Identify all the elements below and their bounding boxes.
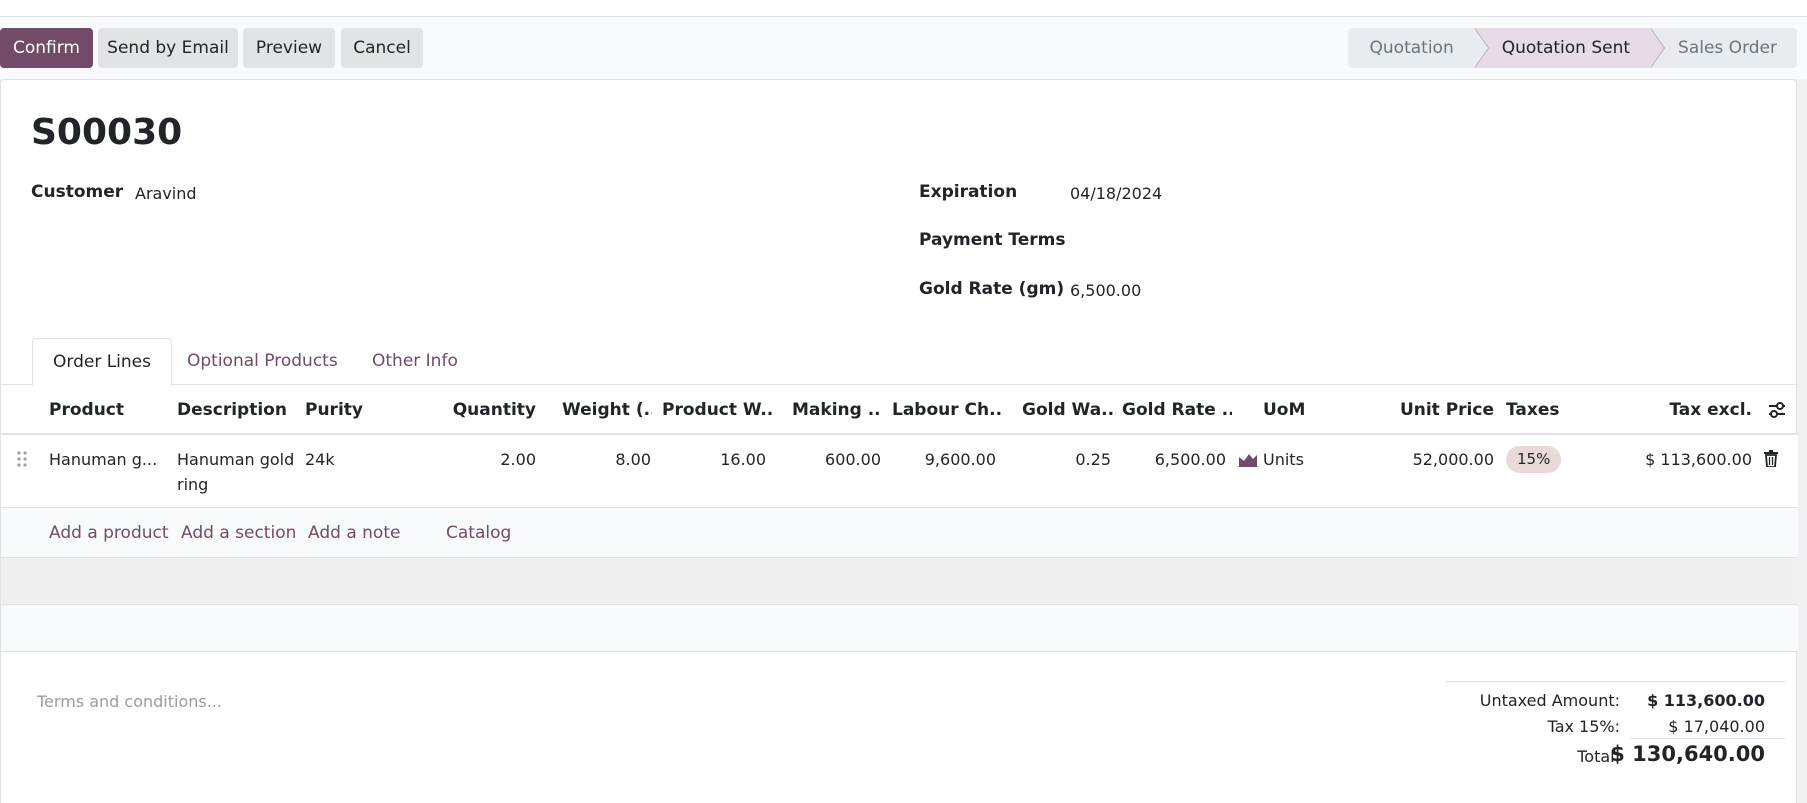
cell-purity[interactable]: 24k — [305, 447, 405, 472]
total-value: $ 130,640.00 — [1610, 742, 1765, 766]
cell-product-weight[interactable]: 16.00 — [662, 447, 766, 472]
col-product[interactable]: Product — [49, 385, 167, 435]
cell-gold-rate[interactable]: 6,500.00 — [1121, 447, 1226, 472]
tax-badge[interactable]: 15% — [1506, 446, 1562, 473]
cell-gold-wastage[interactable]: 0.25 — [1006, 447, 1111, 472]
customer-label: Customer — [31, 182, 124, 202]
tax-value: $ 17,040.00 — [1668, 717, 1765, 736]
order-lines-header: Product Description Purity Quantity Weig… — [1, 385, 1798, 435]
stage-quotation-sent[interactable]: Quotation Sent — [1473, 28, 1666, 68]
terms-and-conditions-field[interactable]: Terms and conditions... — [37, 692, 222, 711]
expiration-label: Expiration — [919, 182, 1018, 202]
col-gold-rate[interactable]: Gold Rate ... — [1122, 385, 1232, 435]
col-description[interactable]: Description — [177, 385, 295, 435]
tax-label: Tax 15%: — [1547, 717, 1620, 736]
cell-weight[interactable]: 8.00 — [546, 447, 651, 472]
customer-field[interactable]: Aravind — [135, 184, 197, 203]
col-taxes[interactable]: Taxes — [1506, 385, 1586, 435]
stage-arrow — [1650, 28, 1665, 68]
cell-tax-excl: $ 113,600.00 — [1645, 450, 1752, 469]
tab-optional-products[interactable]: Optional Products — [167, 338, 358, 386]
col-tax-excl[interactable]: Tax excl. — [1601, 385, 1752, 435]
expiration-field[interactable]: 04/18/2024 — [1070, 184, 1162, 203]
empty-row — [1, 605, 1798, 652]
col-uom[interactable]: UoM — [1263, 385, 1343, 435]
col-product-weight[interactable]: Product W... — [662, 385, 772, 435]
add-section-link[interactable]: Add a section — [181, 508, 296, 558]
cell-making[interactable]: 600.00 — [776, 447, 881, 472]
stage-label: Quotation Sent — [1501, 38, 1631, 58]
confirm-button[interactable]: Confirm — [0, 28, 93, 68]
payment-terms-field[interactable] — [1070, 232, 1370, 254]
tab-other-info[interactable]: Other Info — [352, 338, 478, 386]
cell-uom[interactable]: Units — [1263, 447, 1343, 472]
preview-button[interactable]: Preview — [243, 28, 335, 68]
column-settings-icon[interactable] — [1767, 400, 1787, 420]
cancel-button[interactable]: Cancel — [341, 28, 423, 68]
payment-terms-label: Payment Terms — [919, 230, 1066, 250]
col-weight[interactable]: Weight (... — [562, 385, 652, 435]
col-quantity[interactable]: Quantity — [421, 385, 536, 435]
control-panel: Confirm Send by Email Preview Cancel Quo… — [0, 17, 1807, 79]
add-line-row: Add a product Add a section Add a note C… — [1, 508, 1798, 558]
col-labour-charge[interactable]: Labour Ch... — [892, 385, 1002, 435]
table-row[interactable]: Hanuman g... Hanuman gold ring 24k 2.00 … — [1, 435, 1798, 508]
stage-sales-order[interactable]: Sales Order — [1650, 28, 1797, 68]
uom-chart-icon[interactable] — [1238, 451, 1258, 467]
stage-label: Sales Order — [1678, 38, 1777, 58]
trash-icon[interactable] — [1764, 450, 1778, 468]
totals-box: Untaxed Amount: $ 113,600.00 Tax 15%: $ … — [1445, 681, 1785, 766]
total-divider — [1630, 738, 1785, 739]
col-making[interactable]: Making ... — [792, 385, 882, 435]
record-title: S00030 — [31, 112, 183, 153]
send-by-email-button[interactable]: Send by Email — [98, 28, 238, 68]
col-unit-price[interactable]: Unit Price — [1381, 385, 1494, 435]
stage-quotation[interactable]: Quotation — [1347, 28, 1489, 68]
col-purity[interactable]: Purity — [305, 385, 423, 435]
col-gold-wastage[interactable]: Gold Wa... — [1022, 385, 1116, 435]
cell-product[interactable]: Hanuman g... — [49, 447, 164, 472]
gold-rate-field[interactable]: 6,500.00 — [1070, 281, 1141, 300]
cell-quantity[interactable]: 2.00 — [421, 447, 536, 472]
add-product-link[interactable]: Add a product — [49, 508, 169, 558]
cell-description[interactable]: Hanuman gold ring — [177, 447, 302, 497]
form-sheet: S00030 Customer Aravind Expiration 04/18… — [0, 79, 1798, 803]
add-note-link[interactable]: Add a note — [308, 508, 400, 558]
gold-rate-label: Gold Rate (gm) — [919, 279, 1065, 299]
tab-order-lines[interactable]: Order Lines — [32, 338, 172, 386]
top-bar — [0, 0, 1807, 17]
stage-arrow — [1473, 28, 1488, 68]
notebook-tabs: Order Lines Optional Products Other Info — [1, 338, 1798, 386]
drag-handle-icon[interactable] — [16, 450, 28, 468]
catalog-link[interactable]: Catalog — [446, 508, 511, 558]
empty-row — [1, 558, 1798, 605]
cell-unit-price[interactable]: 52,000.00 — [1381, 447, 1494, 472]
status-bar: Quotation Quotation Sent Sales Order — [1347, 28, 1797, 68]
stage-label: Quotation — [1369, 38, 1454, 58]
untaxed-amount-label: Untaxed Amount: — [1479, 691, 1620, 710]
untaxed-amount-value: $ 113,600.00 — [1647, 691, 1765, 710]
cell-labour-charge[interactable]: 9,600.00 — [892, 447, 996, 472]
